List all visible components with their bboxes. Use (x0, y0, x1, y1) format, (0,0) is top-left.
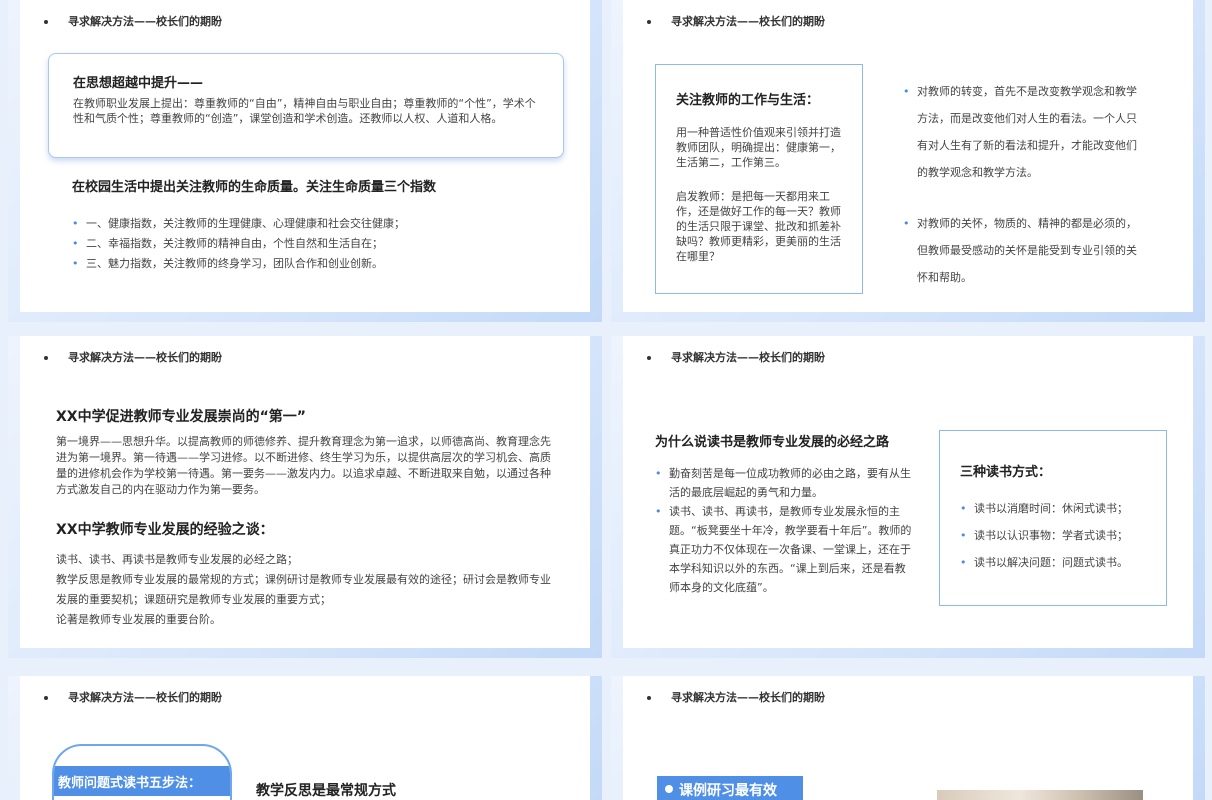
classroom-photo (937, 790, 1143, 800)
list-item: 读书、读书、再读书，是教师专业发展永恒的主题。“板凳要坐十年冷，教学要看十年后”… (655, 502, 913, 597)
paragraph: 第一境界——思想升华。以提高教师的师德修养、提升教育理念为第一追求，以师德高尚、… (56, 435, 551, 496)
list-item: 对教师的关怀，物质的、精神的都是必须的，但教师最受感动的关怀是能受到专业引领的关… (903, 210, 1139, 291)
highlight-card: 在思想超越中提升—— 在教师职业发展上提出：尊重教师的“自由”，精神自由与职业自… (48, 53, 564, 158)
slide-3: 寻求解决方法——校长们的期盼 XX中学促进教师专业发展崇尚的“第一” 第一境界—… (8, 336, 602, 658)
slide-2-content: 寻求解决方法——校长们的期盼 关注教师的工作与生活： 用一种普适性价值观来引领并… (623, 0, 1193, 312)
list-item: 勤奋刻苦是每一位成功教师的必由之路，要有从生活的最底层崛起的勇气和力量。 (655, 464, 913, 502)
bullet-icon (44, 20, 48, 24)
bullet-icon (44, 356, 48, 360)
reading-modes-box: 三种读书方式： 读书以消磨时间：休闲式读书； 读书以认识事物：学者式读书； 读书… (939, 430, 1167, 606)
slide-header: 寻求解决方法——校长们的期盼 (647, 13, 825, 29)
bullet-icon (647, 356, 651, 360)
list-item: 读书以认识事物：学者式读书； (960, 522, 1128, 549)
slide-6-content: 寻求解决方法——校长们的期盼 课例研习最有效 (623, 676, 1193, 800)
slide-header: 寻求解决方法——校长们的期盼 (44, 349, 222, 365)
slide-3-content: 寻求解决方法——校长们的期盼 XX中学促进教师专业发展崇尚的“第一” 第一境界—… (20, 336, 590, 648)
box-paragraph: 启发教师：是把每一天都用来工作，还是做好工作的每一天？教师的生活只限于课堂、批改… (676, 190, 841, 263)
banner-dot-icon (665, 785, 673, 793)
box-title: 关注教师的工作与生活： (676, 93, 820, 108)
box-title: 三种读书方式： (960, 465, 1052, 480)
section-heading: 为什么说读书是教师专业发展的必经之路 (655, 435, 890, 450)
section-heading: XX中学促进教师专业发展崇尚的“第一” (56, 409, 306, 425)
box-paragraph: 用一种普适性价值观来引领并打造教师团队，明确提出：健康第一，生活第二，工作第三。 (676, 126, 841, 169)
box-list: 读书以消磨时间：休闲式读书； 读书以认识事物：学者式读书； 读书以解决问题：问题… (960, 495, 1128, 576)
section-heading: 教学反思是最常规方式 (256, 783, 396, 799)
slide-4-content: 寻求解决方法——校长们的期盼 为什么说读书是教师专业发展的必经之路 勤奋刻苦是每… (623, 336, 1193, 648)
paragraph: 论著是教师专业发展的重要台阶。 (56, 613, 221, 626)
section-heading: XX中学教师专业发展的经验之谈： (56, 522, 274, 538)
list-item: 一、健康指数，关注教师的生理健康、心理健康和社会交往健康； (72, 214, 405, 234)
work-life-box: 关注教师的工作与生活： 用一种普适性价值观来引领并打造教师团队，明确提出：健康第… (655, 64, 863, 294)
bullet-list: 对教师的转变，首先不是改变教学观念和教学方法，而是改变他们对人生的看法。一个人只… (903, 78, 1139, 291)
steps-card: 教师问题式读书五步法： (52, 744, 232, 800)
section-heading: 在校园生活中提出关注教师的生命质量。关注生命质量三个指数 (72, 180, 437, 195)
slide-header: 寻求解决方法——校长们的期盼 (647, 689, 825, 705)
card-title: 在思想超越中提升—— (73, 76, 204, 91)
slide-5-content: 寻求解决方法——校长们的期盼 教师问题式读书五步法： 教学反思是最常规方式 (20, 676, 590, 800)
banner-title: 课例研习最有效 (679, 783, 777, 799)
slide-1-content: 寻求解决方法——校长们的期盼 在思想超越中提升—— 在教师职业发展上提出：尊重教… (20, 0, 590, 312)
bullet-icon (647, 20, 651, 24)
paragraph: 读书、读书、再读书是教师专业发展的必经之路； (56, 553, 298, 566)
steps-card-title: 教师问题式读书五步法： (58, 776, 202, 791)
slide-4: 寻求解决方法——校长们的期盼 为什么说读书是教师专业发展的必经之路 勤奋刻苦是每… (611, 336, 1205, 658)
slide-header: 寻求解决方法——校长们的期盼 (44, 13, 222, 29)
index-list: 一、健康指数，关注教师的生理健康、心理健康和社会交往健康； 二、幸福指数，关注教… (72, 214, 405, 274)
list-item: 读书以消磨时间：休闲式读书； (960, 495, 1128, 522)
slide-2: 寻求解决方法——校长们的期盼 关注教师的工作与生活： 用一种普适性价值观来引领并… (611, 0, 1205, 322)
bullet-icon (647, 696, 651, 700)
paragraph: 教学反思是教师专业发展的最常规的方式；课例研讨是教师专业发展最有效的途径；研讨会… (56, 573, 551, 606)
list-item: 对教师的转变，首先不是改变教学观念和教学方法，而是改变他们对人生的看法。一个人只… (903, 78, 1139, 186)
slide-header: 寻求解决方法——校长们的期盼 (44, 689, 222, 705)
slide-header: 寻求解决方法——校长们的期盼 (647, 349, 825, 365)
bullet-icon (44, 696, 48, 700)
list-item: 二、幸福指数，关注教师的精神自由，个性自然和生活自在； (72, 234, 405, 254)
slide-1: 寻求解决方法——校长们的期盼 在思想超越中提升—— 在教师职业发展上提出：尊重教… (8, 0, 602, 322)
card-body: 在教师职业发展上提出：尊重教师的“自由”，精神自由与职业自由；尊重教师的“个性”… (73, 97, 536, 125)
bullet-list: 勤奋刻苦是每一位成功教师的必由之路，要有从生活的最底层崛起的勇气和力量。 读书、… (655, 464, 913, 597)
slide-5: 寻求解决方法——校长们的期盼 教师问题式读书五步法： 教学反思是最常规方式 (8, 676, 602, 800)
list-item: 读书以解决问题：问题式读书。 (960, 549, 1128, 576)
slide-6: 寻求解决方法——校长们的期盼 课例研习最有效 (611, 676, 1205, 800)
list-item: 三、魅力指数，关注教师的终身学习，团队合作和创业创新。 (72, 254, 405, 274)
banner: 课例研习最有效 (657, 776, 803, 800)
